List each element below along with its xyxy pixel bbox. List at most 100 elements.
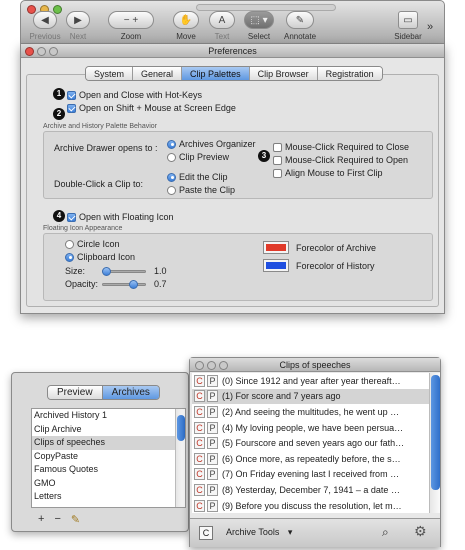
clips-scroll-thumb[interactable] <box>431 375 440 490</box>
copy-clip-icon[interactable]: C <box>194 468 205 481</box>
copy-clip-icon[interactable]: C <box>194 390 205 403</box>
list-item[interactable]: Letters <box>32 490 185 504</box>
drawer-option-preview[interactable]: Clip Preview <box>167 152 229 162</box>
clip-row[interactable]: C P (2) And seeing the multitudes, he went… <box>192 404 440 420</box>
dbl-edit-radio[interactable] <box>167 172 176 182</box>
tab-system[interactable]: System <box>86 67 134 80</box>
toolbar-sidebar[interactable]: ▭ Sidebar <box>391 11 425 45</box>
circle-icon-option[interactable]: Circle Icon <box>65 239 120 249</box>
previous-icon[interactable]: ◀ <box>33 11 57 29</box>
clipboard-icon-radio[interactable] <box>65 252 74 262</box>
next-icon[interactable]: ▶ <box>66 11 90 29</box>
toolbar-move[interactable]: ✋ Move <box>171 11 201 45</box>
tab-clip-browser[interactable]: Clip Browser <box>249 67 318 80</box>
toolbar-zoom[interactable]: − + Zoom <box>108 11 154 45</box>
history-color-well[interactable] <box>263 259 289 272</box>
clip-row[interactable]: C P (6) Once more, as repeatedly before, t… <box>192 451 440 467</box>
paste-clip-icon[interactable]: P <box>207 468 218 481</box>
align-mouse-row[interactable]: Align Mouse to First Clip <box>273 168 383 178</box>
dbl-paste-radio[interactable] <box>167 185 176 195</box>
dbl-option-edit[interactable]: Edit the Clip <box>167 172 228 182</box>
shift-mouse-checkbox[interactable] <box>67 103 76 113</box>
segment-preview[interactable]: Preview <box>48 386 102 399</box>
zoom-window-button[interactable] <box>219 361 228 370</box>
toolbar-select[interactable]: ⬚ ▾ Select <box>243 11 275 45</box>
align-mouse-checkbox[interactable] <box>273 168 282 178</box>
clip-row[interactable]: C P (7) On Friday evening last I received … <box>192 467 440 483</box>
search-icon[interactable]: ⌕ <box>382 525 389 540</box>
floating-checkbox[interactable] <box>67 212 76 222</box>
zoom-icon[interactable]: − + <box>108 11 154 29</box>
mouse-open-row[interactable]: Mouse-Click Required to Open <box>273 155 408 165</box>
paste-clip-icon[interactable]: P <box>207 421 218 434</box>
select-icon[interactable]: ⬚ ▾ <box>244 11 274 29</box>
copy-clip-icon[interactable]: C <box>194 437 205 450</box>
add-archive-icon[interactable]: + <box>38 513 44 526</box>
list-item[interactable]: Clips of speeches <box>32 436 185 450</box>
forecolor-history-row[interactable]: Forecolor of History <box>263 259 375 272</box>
paste-clip-icon[interactable]: P <box>207 483 218 496</box>
minimize-window-button[interactable] <box>37 47 46 56</box>
drawer-archives-radio[interactable] <box>167 139 176 149</box>
clips-scrollbar[interactable] <box>429 373 440 513</box>
circle-icon-radio[interactable] <box>65 239 74 249</box>
size-slider-knob[interactable] <box>102 267 111 276</box>
mouse-open-checkbox[interactable] <box>273 155 282 165</box>
paste-clip-icon[interactable]: P <box>207 374 218 387</box>
gear-icon[interactable]: ⚙ <box>414 523 427 540</box>
forecolor-archive-row[interactable]: Forecolor of Archive <box>263 241 376 254</box>
clip-row[interactable]: C P (9) Before you discuss the resolution,… <box>192 498 440 513</box>
text-icon[interactable]: A <box>209 11 235 29</box>
list-item[interactable]: CopyPaste <box>32 450 185 464</box>
hand-icon[interactable]: ✋ <box>173 11 199 29</box>
tab-registration[interactable]: Registration <box>317 67 382 80</box>
paste-clip-icon[interactable]: P <box>207 452 218 465</box>
copy-clip-icon[interactable]: C <box>194 499 205 512</box>
remove-archive-icon[interactable]: − <box>54 513 60 526</box>
hotkeys-checkbox[interactable] <box>67 90 76 100</box>
paste-clip-icon[interactable]: P <box>207 499 218 512</box>
floating-checkbox-row[interactable]: Open with Floating Icon <box>67 212 174 222</box>
mouse-close-checkbox[interactable] <box>273 142 282 152</box>
segment-archives[interactable]: Archives <box>101 386 159 399</box>
copy-clip-icon[interactable]: C <box>194 405 205 418</box>
list-item[interactable]: GMO <box>32 477 185 491</box>
close-window-button[interactable] <box>25 47 34 56</box>
close-window-button[interactable] <box>195 361 204 370</box>
archives-scroll-thumb[interactable] <box>177 415 185 441</box>
clip-row[interactable]: C P (4) My loving people, we have been per… <box>192 420 440 436</box>
shift-mouse-checkbox-row[interactable]: Open on Shift + Mouse at Screen Edge <box>67 103 236 113</box>
archive-color-well[interactable] <box>263 241 289 254</box>
pencil-icon[interactable]: ✎ <box>286 11 314 29</box>
dbl-option-paste[interactable]: Paste the Clip <box>167 185 235 195</box>
clip-row[interactable]: C P (0) Since 1912 and year after year the… <box>192 373 440 389</box>
clipboard-icon-option[interactable]: Clipboard Icon <box>65 252 135 262</box>
mouse-close-row[interactable]: Mouse-Click Required to Close <box>273 142 409 152</box>
copy-clip-icon[interactable]: C <box>194 452 205 465</box>
list-item[interactable]: Clip Archive <box>32 423 185 437</box>
minimize-window-button[interactable] <box>207 361 216 370</box>
copy-clip-icon[interactable]: C <box>194 374 205 387</box>
zoom-window-button[interactable] <box>49 47 58 56</box>
clip-row[interactable]: C P (8) Yesterday, December 7, 1941 – a da… <box>192 482 440 498</box>
toolbar-annotate[interactable]: ✎ Annotate <box>281 11 319 45</box>
list-item[interactable]: Famous Quotes <box>32 463 185 477</box>
archives-scrollbar[interactable] <box>175 409 185 507</box>
drawer-option-archives[interactable]: Archives Organizer <box>167 139 256 149</box>
toolbar-next[interactable]: ▶ Next <box>61 11 95 45</box>
drawer-preview-radio[interactable] <box>167 152 176 162</box>
list-item[interactable]: Archived History 1 <box>32 409 185 423</box>
paste-clip-icon[interactable]: P <box>207 390 218 403</box>
copy-clip-icon[interactable]: C <box>194 483 205 496</box>
copy-clip-icon[interactable]: C <box>194 421 205 434</box>
opacity-slider[interactable] <box>102 283 146 286</box>
copy-clip-button[interactable]: C <box>199 526 213 540</box>
paste-clip-icon[interactable]: P <box>207 437 218 450</box>
tab-clip-palettes[interactable]: Clip Palettes <box>182 67 250 80</box>
sidebar-icon[interactable]: ▭ <box>398 11 418 29</box>
tab-general[interactable]: General <box>133 67 183 80</box>
archive-tools-menu[interactable]: Archive Tools ▾ <box>226 527 292 538</box>
rename-archive-icon[interactable]: ✎ <box>71 513 80 526</box>
paste-clip-icon[interactable]: P <box>207 405 218 418</box>
toolbar-overflow-icon[interactable]: » <box>427 21 433 33</box>
